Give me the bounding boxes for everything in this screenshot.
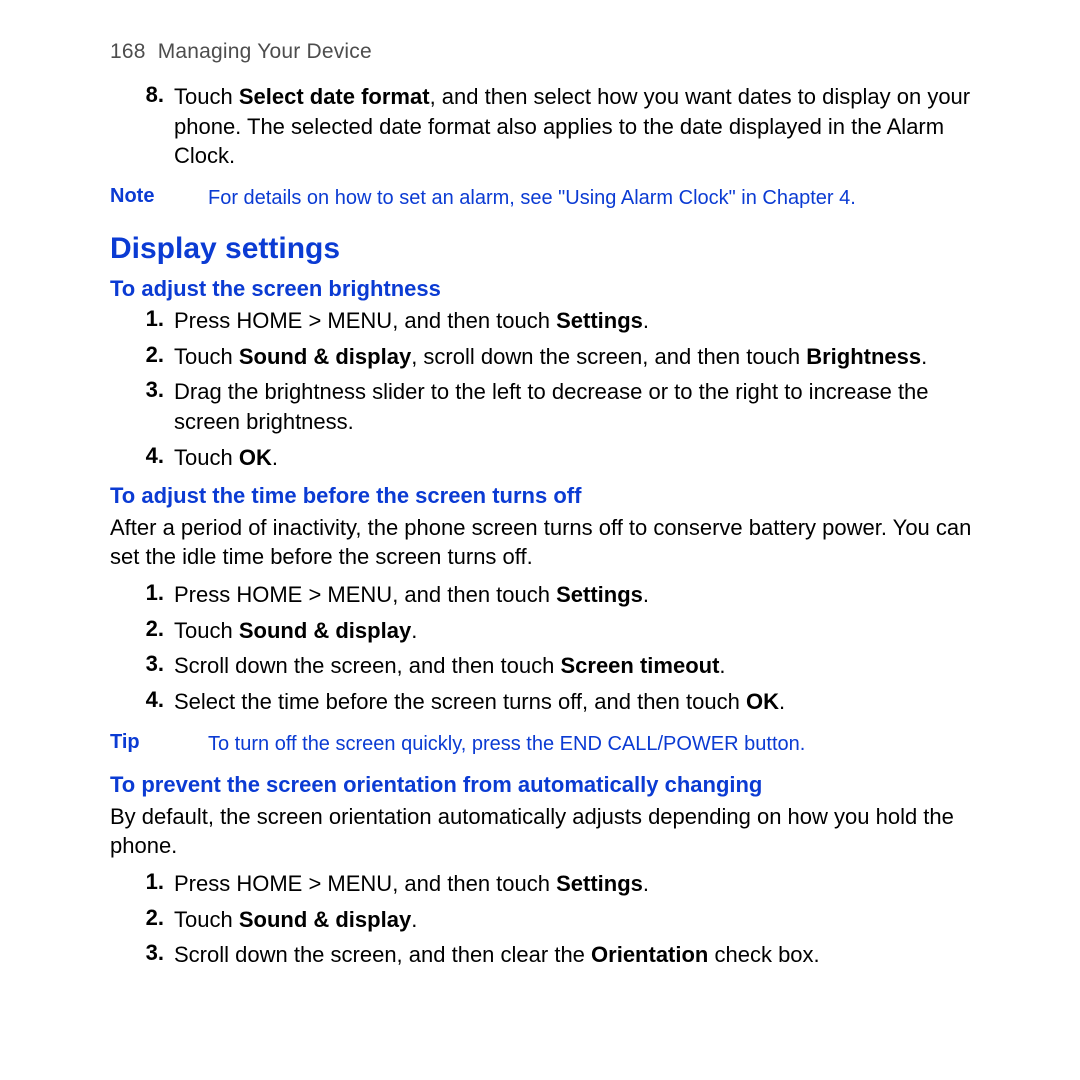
steps-brightness: 1. Press HOME > MENU, and then touch Set… (110, 306, 988, 472)
section3-intro: By default, the screen orientation autom… (110, 802, 988, 861)
list-item: 2. Touch Sound & display, scroll down th… (110, 342, 988, 372)
note-text: For details on how to set an alarm, see … (208, 185, 988, 212)
tip: Tip To turn off the screen quickly, pres… (110, 731, 988, 758)
step-number: 8. (110, 82, 174, 108)
note: Note For details on how to set an alarm,… (110, 185, 988, 212)
document-page: 168 Managing Your Device 8. Touch Select… (0, 0, 1080, 1080)
list-item: 4. Touch OK. (110, 443, 988, 473)
list-item: 3. Drag the brightness slider to the lef… (110, 377, 988, 436)
steps-timeout: 1. Press HOME > MENU, and then touch Set… (110, 580, 988, 717)
list-item: 8. Touch Select date format, and then se… (110, 82, 988, 171)
section-title: Managing Your Device (158, 40, 372, 63)
section2-intro: After a period of inactivity, the phone … (110, 513, 988, 572)
note-label: Note (110, 185, 208, 208)
list-item: 1. Press HOME > MENU, and then touch Set… (110, 869, 988, 899)
list-item: 3. Scroll down the screen, and then touc… (110, 651, 988, 681)
tip-text: To turn off the screen quickly, press th… (208, 731, 988, 758)
subheading-orientation: To prevent the screen orientation from a… (110, 772, 988, 798)
page-header: 168 Managing Your Device (110, 40, 998, 64)
list-item: 2. Touch Sound & display. (110, 905, 988, 935)
list-item: 3. Scroll down the screen, and then clea… (110, 940, 988, 970)
page-number: 168 (110, 40, 146, 63)
list-item: 1. Press HOME > MENU, and then touch Set… (110, 306, 988, 336)
list-item: 4. Select the time before the screen tur… (110, 687, 988, 717)
steps-orientation: 1. Press HOME > MENU, and then touch Set… (110, 869, 988, 970)
list-item: 2. Touch Sound & display. (110, 616, 988, 646)
tip-label: Tip (110, 731, 208, 754)
step-text: Touch Select date format, and then selec… (174, 82, 988, 171)
list-item: 1. Press HOME > MENU, and then touch Set… (110, 580, 988, 610)
subheading-brightness: To adjust the screen brightness (110, 276, 988, 302)
page-body: 8. Touch Select date format, and then se… (110, 82, 988, 970)
subheading-timeout: To adjust the time before the screen tur… (110, 483, 988, 509)
heading-display-settings: Display settings (110, 232, 988, 266)
